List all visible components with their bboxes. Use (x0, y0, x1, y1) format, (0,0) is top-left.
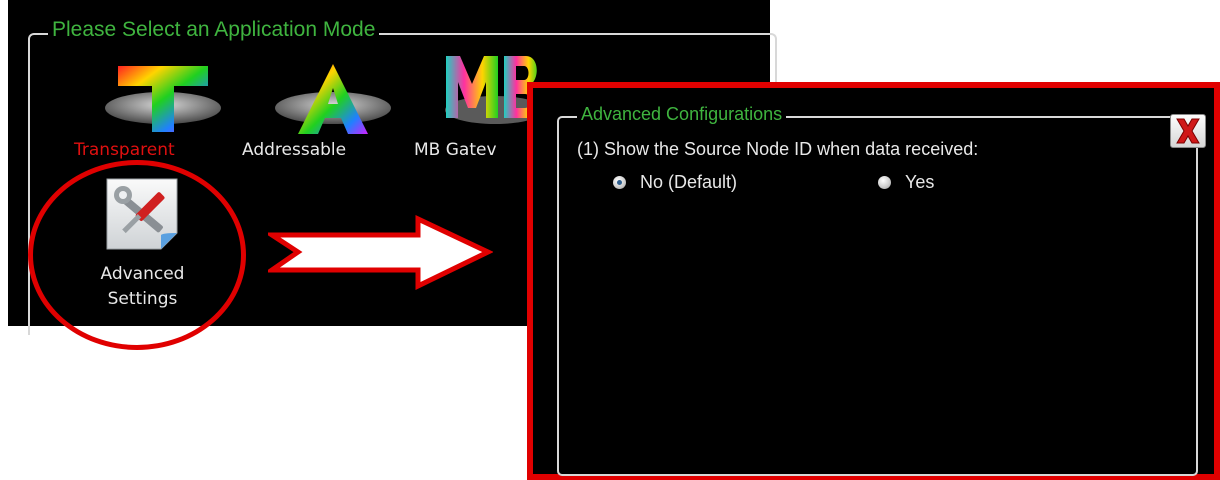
mode-label-addressable[interactable]: Addressable (242, 140, 346, 160)
advanced-configurations-dialog: Advanced Configurations (1) Show the Sou… (527, 82, 1220, 480)
mode-label-mb-gateway[interactable]: MB Gatev (414, 140, 497, 160)
rainbow-t-icon (105, 66, 221, 132)
dialog-title: Advanced Configurations (577, 104, 787, 125)
config-group-frame (557, 116, 1198, 476)
source-node-question: (1) Show the Source Node ID when data re… (577, 139, 979, 159)
radio-unchecked-icon[interactable] (878, 176, 891, 189)
radio-no-default[interactable]: No (Default) (613, 172, 737, 193)
close-x-icon (1176, 118, 1200, 144)
radio-yes-label[interactable]: Yes (905, 172, 934, 193)
mode-group-title: Please Select an Application Mode (48, 18, 380, 42)
pointer-arrow-icon (268, 215, 493, 290)
rainbow-a-icon (275, 64, 391, 134)
radio-yes[interactable]: Yes (878, 172, 934, 193)
mode-addressable-button[interactable] (270, 60, 400, 145)
mode-label-transparent[interactable]: Transparent (74, 140, 175, 160)
radio-no-default-label[interactable]: No (Default) (640, 172, 737, 193)
close-button[interactable] (1170, 114, 1206, 148)
mode-transparent-button[interactable] (100, 60, 230, 145)
radio-checked-icon[interactable] (613, 176, 626, 189)
highlight-circle (28, 160, 246, 350)
